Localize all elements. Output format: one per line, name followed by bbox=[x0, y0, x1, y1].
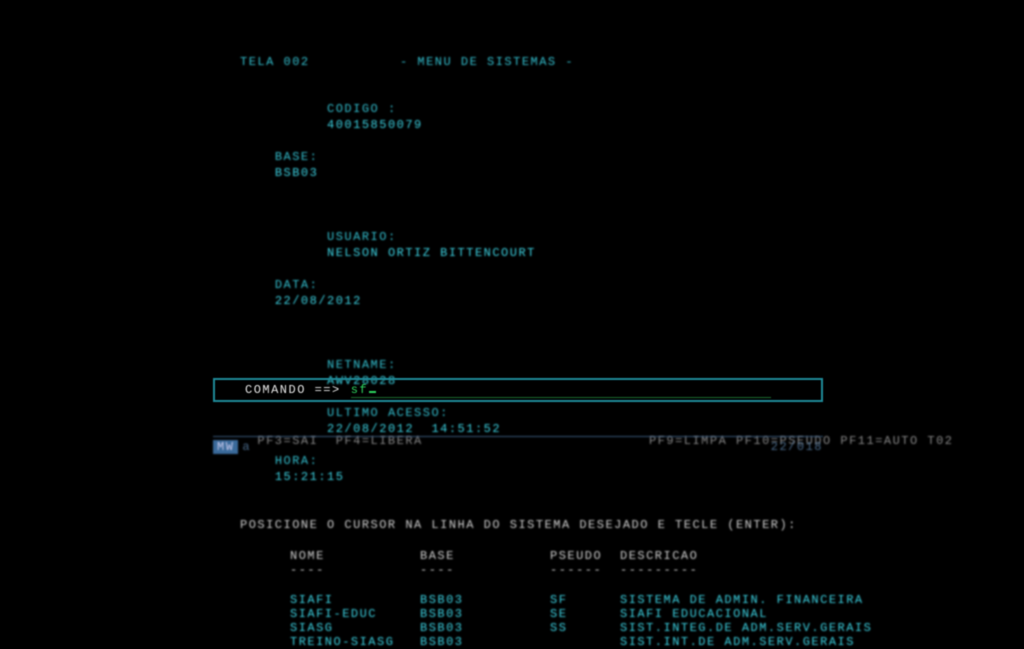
command-input-box[interactable]: COMANDO ==> sf bbox=[213, 378, 823, 402]
codigo-label: CODIGO : bbox=[327, 102, 397, 116]
col-header-base: BASE bbox=[420, 549, 550, 563]
system-row[interactable]: SIAFI-EDUCBSB03SESIAFI EDUCACIONAL bbox=[290, 607, 872, 621]
system-base: BSB03 bbox=[420, 635, 550, 649]
col-sep: ------ bbox=[550, 563, 620, 577]
col-sep: --------- bbox=[620, 563, 698, 577]
system-descricao: SISTEMA DE ADMIN. FINANCEIRA bbox=[620, 593, 864, 607]
system-base: BSB03 bbox=[420, 593, 550, 607]
system-base: BSB03 bbox=[420, 621, 550, 635]
hora-label: HORA: bbox=[275, 453, 330, 469]
system-pseudo: SF bbox=[550, 593, 620, 607]
codigo-value: 40015850079 bbox=[327, 118, 423, 132]
system-pseudo bbox=[550, 635, 620, 649]
data-label: DATA: bbox=[275, 277, 330, 293]
system-nome: SIAFI bbox=[290, 593, 420, 607]
col-sep: ---- bbox=[420, 563, 550, 577]
command-input[interactable]: sf bbox=[351, 383, 771, 398]
system-row[interactable]: SIASGBSB03SSSIST.INTEG.DE ADM.SERV.GERAI… bbox=[290, 621, 872, 635]
base-value: BSB03 bbox=[275, 166, 319, 180]
usuario-label: USUARIO: bbox=[327, 230, 397, 244]
col-sep: ---- bbox=[290, 563, 420, 577]
system-descricao: SIST.INTEG.DE ADM.SERV.GERAIS bbox=[620, 621, 872, 635]
system-pseudo: SE bbox=[550, 607, 620, 621]
status-indicator: MW bbox=[213, 440, 238, 454]
ultimo-acesso-label: ULTIMO ACESSO: bbox=[327, 406, 449, 420]
system-descricao: SIST.INT.DE ADM.SERV.GERAIS bbox=[620, 635, 855, 649]
base-label: BASE: bbox=[275, 149, 330, 165]
screen-title: - MENU DE SISTEMAS - bbox=[400, 55, 620, 69]
status-position: 22/018 bbox=[771, 440, 823, 454]
screen-id: TELA 002 bbox=[240, 55, 400, 69]
command-label: COMANDO ==> bbox=[245, 383, 341, 397]
data-value: 22/08/2012 bbox=[275, 294, 362, 308]
col-header-descricao: DESCRICAO bbox=[620, 549, 698, 563]
netname-label: NETNAME: bbox=[327, 358, 397, 372]
col-header-pseudo: PSEUDO bbox=[550, 549, 620, 563]
usuario-value: NELSON ORTIZ BITTENCOURT bbox=[327, 246, 536, 260]
cursor-icon bbox=[369, 391, 376, 393]
system-nome: SIASG bbox=[290, 621, 420, 635]
system-nome: TREINO-SIASG bbox=[290, 635, 420, 649]
instruction-text: POSICIONE O CURSOR NA LINHA DO SISTEMA D… bbox=[240, 517, 872, 533]
system-base: BSB03 bbox=[420, 607, 550, 621]
col-header-nome: NOME bbox=[290, 549, 420, 563]
system-nome: SIAFI-EDUC bbox=[290, 607, 420, 621]
system-descricao: SIAFI EDUCACIONAL bbox=[620, 607, 768, 621]
status-mid: a bbox=[242, 440, 251, 454]
system-row[interactable]: SIAFIBSB03SFSISTEMA DE ADMIN. FINANCEIRA bbox=[290, 593, 872, 607]
system-pseudo: SS bbox=[550, 621, 620, 635]
hora-value: 15:21:15 bbox=[275, 470, 345, 484]
system-row[interactable]: TREINO-SIASGBSB03 SIST.INT.DE ADM.SERV.GE… bbox=[290, 635, 872, 649]
